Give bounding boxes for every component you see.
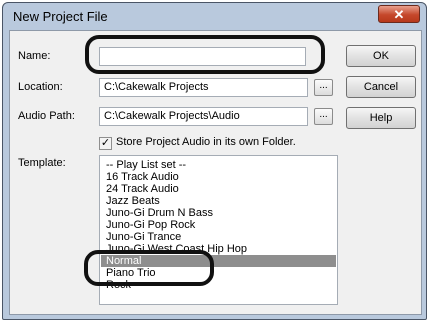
store-audio-label: Store Project Audio in its own Folder. [116,136,296,148]
window-title: New Project File [13,9,108,24]
audio-path-field[interactable]: C:\Cakewalk Projects\Audio [99,107,308,126]
template-item[interactable]: Jazz Beats [106,195,160,207]
template-item[interactable]: 16 Track Audio [106,171,179,183]
template-item[interactable]: Juno-Gi Pop Rock [106,219,195,231]
audio-path-browse-button[interactable]: ... [314,108,333,125]
name-field-callout [85,35,325,74]
template-item[interactable]: -- Play List set -- [106,159,186,171]
location-field[interactable]: C:\Cakewalk Projects [99,78,308,97]
close-button[interactable]: ✕ [378,5,420,23]
template-item[interactable]: Juno-Gi Drum N Bass [106,207,213,219]
location-label: Location: [18,81,63,93]
normal-template-callout [84,250,214,286]
ok-button[interactable]: OK [346,45,416,67]
help-button[interactable]: Help [346,107,416,129]
title-bar: New Project File ✕ [3,3,426,29]
template-label: Template: [18,157,66,169]
cancel-button[interactable]: Cancel [346,76,416,98]
template-item[interactable]: 24 Track Audio [106,183,179,195]
name-label: Name: [18,50,51,62]
location-browse-button[interactable]: ... [314,79,333,96]
template-item[interactable]: Juno-Gi Trance [106,231,181,243]
store-audio-checkbox[interactable]: ✓ [99,137,112,150]
audio-path-label: Audio Path: [18,110,75,122]
